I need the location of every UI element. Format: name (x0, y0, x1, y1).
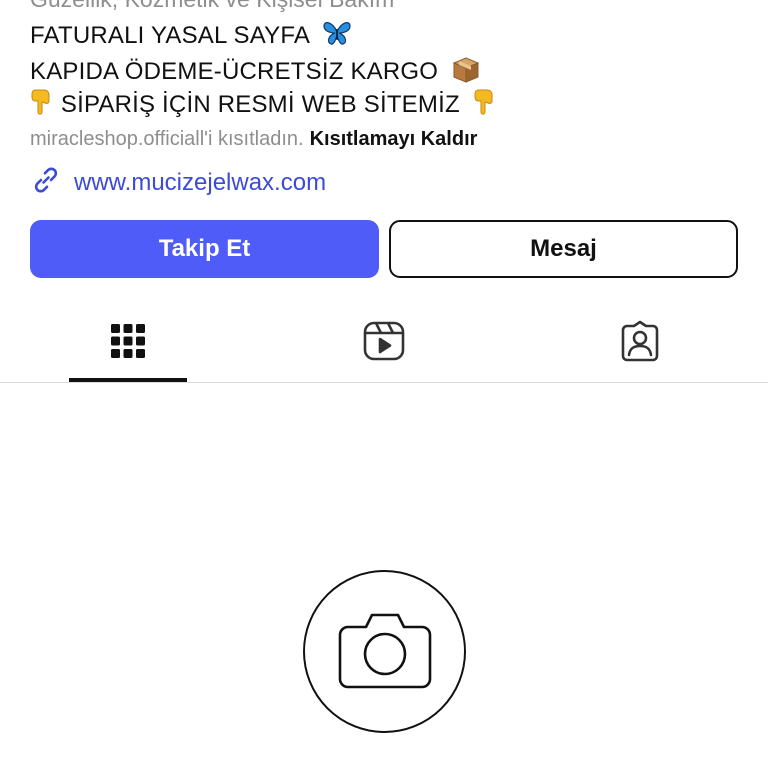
bio-line-1-text: FATURALI YASAL SAYFA (30, 21, 309, 49)
package-icon (451, 55, 481, 90)
link-icon (30, 164, 62, 201)
bio-line-2-text: KAPIDA ÖDEME-ÜCRETSİZ KARGO (30, 57, 439, 85)
camera-icon (338, 609, 432, 694)
pointing-down-icon (473, 88, 497, 123)
bio-line-3-text: SİPARİŞ İÇİN RESMİ WEB SİTEMİZ (60, 90, 460, 118)
reels-icon (363, 320, 405, 367)
tab-reels[interactable] (359, 318, 409, 368)
message-button[interactable]: Mesaj (389, 220, 738, 278)
tab-tagged[interactable] (615, 318, 665, 368)
tabs-divider (0, 382, 768, 383)
follow-button[interactable]: Takip Et (30, 220, 379, 278)
tab-posts[interactable] (103, 318, 153, 368)
unrestrict-link[interactable]: Kısıtlamayı Kaldır (310, 128, 478, 150)
website-link[interactable]: www.mucizejelwax.com (30, 164, 326, 201)
empty-state-camera (303, 570, 466, 733)
bio-line-3: SİPARİŞ İÇİN RESMİ WEB SİTEMİZ (30, 88, 497, 123)
butterfly-icon (322, 20, 352, 53)
restriction-notice: miracleshop.officiall'i kısıtladın. Kısıt… (30, 128, 477, 151)
bio-line-1: FATURALI YASAL SAYFA (30, 20, 352, 53)
grid-icon (110, 323, 146, 364)
pointing-down-icon (30, 88, 54, 123)
restriction-text: miracleshop.officiall'i kısıtladın. (30, 128, 304, 150)
bio-line-2: KAPIDA ÖDEME-ÜCRETSİZ KARGO (30, 55, 481, 90)
profile-category: Güzellik, Kozmetik ve Kişisel Bakım (30, 0, 394, 13)
tagged-icon (619, 320, 661, 367)
website-url[interactable]: www.mucizejelwax.com (74, 169, 326, 197)
